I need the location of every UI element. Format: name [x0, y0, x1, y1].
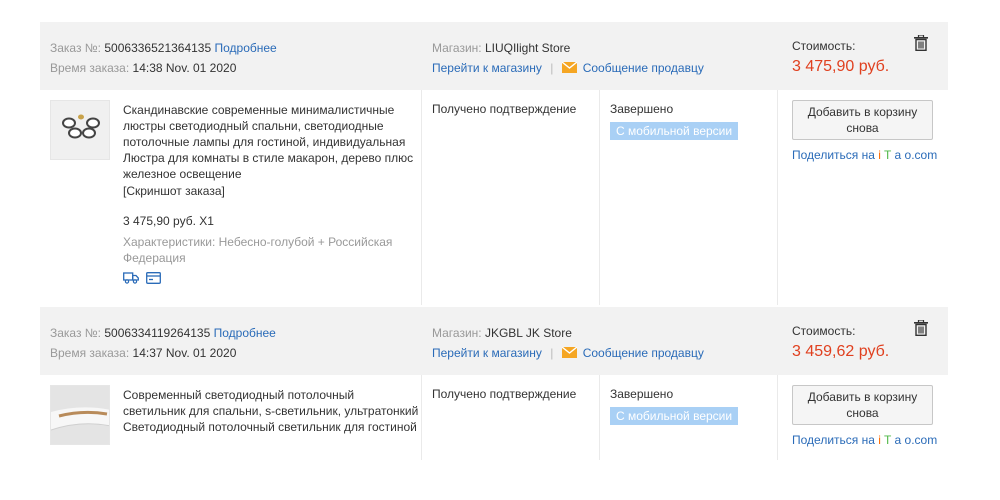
order-details-link[interactable]: Подробнее [215, 41, 277, 55]
message-seller-link[interactable]: Сообщение продавцу [583, 346, 704, 360]
share-prefix: Поделиться на [792, 433, 879, 447]
order-item: Скандинавские современные минималистичны… [40, 90, 948, 305]
cost-value: 3 475,90 руб. [792, 58, 890, 75]
cost-value: 3 459,62 руб. [792, 343, 890, 360]
order-snapshot-link[interactable]: [Скриншот заказа] [123, 184, 225, 198]
product-thumbnail[interactable] [50, 385, 110, 445]
order-icons [123, 272, 165, 287]
go-to-store-link[interactable]: Перейти к магазину [432, 61, 542, 75]
message-seller-link[interactable]: Сообщение продавцу [583, 61, 704, 75]
share-brand-o: o.com [904, 148, 938, 162]
product-attributes: Характеристики: Небесно-голубой + Россий… [123, 235, 393, 265]
share-brand-a: a [894, 433, 902, 447]
share-brand-a: a [894, 148, 902, 162]
confirmation-status: Получено подтверждение [432, 102, 577, 116]
order-cost: Стоимость: 3 459,62 руб. [792, 321, 889, 363]
trash-icon[interactable] [914, 320, 928, 336]
completion-status: Завершено [610, 102, 674, 116]
mobile-version-badge: С мобильной версии [610, 122, 739, 140]
order-cost: Стоимость: 3 475,90 руб. [792, 36, 889, 78]
store-info: Магазин: LIUQIlight Store Перейти к мага… [432, 38, 704, 78]
order-time-label: Время заказа: [50, 346, 130, 360]
confirmation-status: Получено подтверждение [432, 387, 577, 401]
trash-icon[interactable] [914, 35, 928, 51]
envelope-icon[interactable] [561, 62, 577, 73]
completion-status: Завершено [610, 387, 674, 401]
order-time: 14:38 Nov. 01 2020 [132, 61, 237, 75]
add-to-cart-again-button[interactable]: Добавить в корзину снова [792, 100, 933, 140]
order-info: Заказ №: 5006336521364135 Подробнее Врем… [50, 38, 277, 78]
store-name: JKGBL JK Store [484, 326, 572, 340]
store-name: LIUQIlight Store [484, 41, 571, 55]
share-brand-t: T [884, 433, 892, 447]
cost-label: Стоимость: [792, 39, 856, 53]
price-quantity: 3 475,90 руб. X1 [123, 214, 214, 228]
order-item: Современный светодиодный потолочный свет… [40, 375, 948, 460]
share-brand-i: i [878, 148, 881, 162]
order-header: Заказ №: 5006334119264135 Подробнее Врем… [40, 307, 948, 375]
go-to-store-link[interactable]: Перейти к магазину [432, 346, 542, 360]
share-brand-t: T [884, 148, 892, 162]
share-brand-o: o.com [904, 433, 938, 447]
order-details-link[interactable]: Подробнее [214, 326, 276, 340]
order-card: Заказ №: 5006334119264135 Подробнее Врем… [40, 307, 948, 460]
store-label: Магазин: [432, 41, 482, 55]
order-info: Заказ №: 5006334119264135 Подробнее Врем… [50, 323, 276, 363]
share-link[interactable]: Поделиться на i T a o.com [792, 148, 937, 162]
order-number: 5006336521364135 [104, 41, 212, 55]
product-thumbnail[interactable] [50, 100, 110, 160]
order-time-label: Время заказа: [50, 61, 130, 75]
store-info: Магазин: JKGBL JK Store Перейти к магази… [432, 323, 704, 363]
order-card: Заказ №: 5006336521364135 Подробнее Врем… [40, 22, 948, 305]
cost-label: Стоимость: [792, 324, 856, 338]
order-number: 5006334119264135 [104, 326, 211, 340]
share-prefix: Поделиться на [792, 148, 879, 162]
order-number-label: Заказ №: [50, 41, 102, 55]
product-title[interactable]: Скандинавские современные минималистичны… [123, 102, 419, 182]
envelope-icon[interactable] [561, 347, 577, 358]
truck-icon[interactable] [123, 272, 139, 284]
divider: | [550, 346, 554, 360]
mobile-version-badge: С мобильной версии [610, 407, 739, 425]
divider: | [550, 61, 554, 75]
share-brand-i: i [878, 433, 881, 447]
order-time: 14:37 Nov. 01 2020 [132, 346, 237, 360]
add-to-cart-again-button[interactable]: Добавить в корзину снова [792, 385, 933, 425]
order-number-label: Заказ №: [50, 326, 102, 340]
card-icon[interactable] [146, 272, 162, 284]
order-header: Заказ №: 5006336521364135 Подробнее Врем… [40, 22, 948, 90]
share-link[interactable]: Поделиться на i T a o.com [792, 433, 937, 447]
store-label: Магазин: [432, 326, 482, 340]
product-title[interactable]: Современный светодиодный потолочный свет… [123, 387, 419, 435]
